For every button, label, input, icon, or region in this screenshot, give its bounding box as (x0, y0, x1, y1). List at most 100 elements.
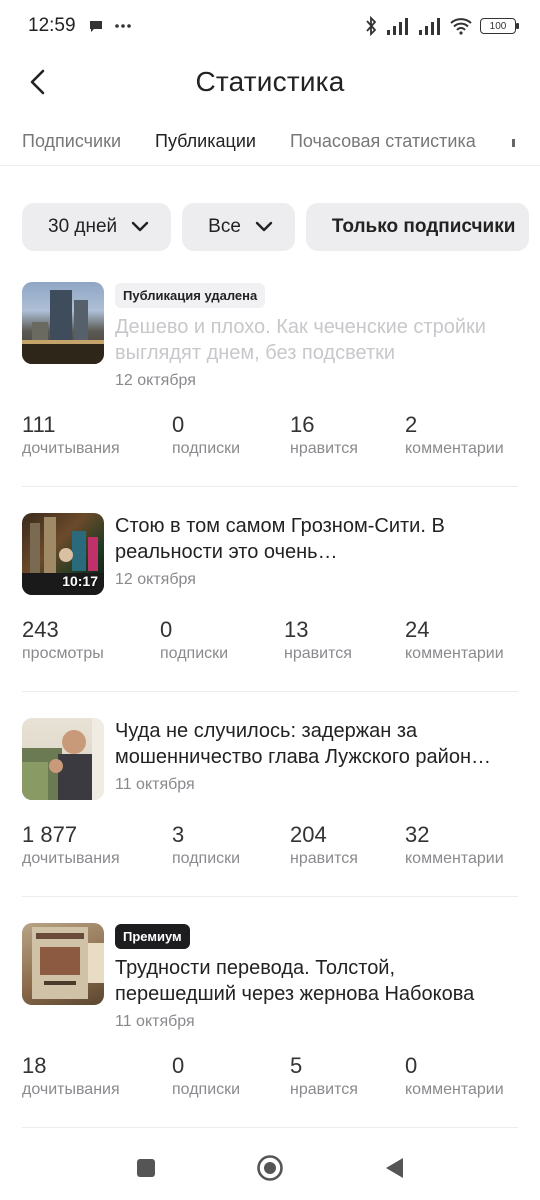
bluetooth-icon (366, 16, 377, 36)
stat-label: комментарии (405, 1081, 504, 1098)
publication-title: Стою в том самом Грозном-Сити. В реально… (115, 515, 445, 563)
back-nav-button[interactable] (374, 1148, 414, 1188)
stat-value: 2 (405, 412, 418, 437)
subscribers-only-filter[interactable]: Только подписчики (305, 203, 530, 251)
stat-subscriptions: 0 подписки (172, 412, 290, 458)
stat-likes: 204 нравится (290, 822, 405, 868)
publication-header: Публикация удалена Дешево и плохо. Как ч… (22, 282, 518, 390)
stat-subscriptions: 3 подписки (172, 822, 290, 868)
publication-thumbnail[interactable]: 10:17 (22, 513, 104, 595)
publication-header: Чуда не случилось: задержан за мошенниче… (22, 718, 518, 800)
building-image (22, 290, 104, 364)
recents-button[interactable] (126, 1148, 166, 1188)
publication-item[interactable]: Премиум Трудности перевода. Толстой, пер… (22, 923, 518, 1128)
stat-label: подписки (172, 1081, 241, 1098)
signal-icon-2 (419, 18, 440, 35)
publication-stats: 111 дочитывания 0 подписки 16 нравится 2 ком… (22, 412, 518, 486)
stat-label: нравится (284, 645, 352, 662)
status-system-icons: 100 (364, 16, 519, 36)
stat-comments: 32 комментарии (405, 822, 504, 868)
type-filter-label: Все (208, 216, 241, 237)
stat-value: 204 (290, 822, 327, 847)
publication-title: Дешево и плохо. Как чеченские стройки вы… (115, 316, 486, 364)
publication-date: 12 октября (115, 372, 196, 389)
subscribers-only-label: Только подписчики (331, 216, 516, 237)
chevron-left-icon (30, 69, 45, 95)
stat-reads: 111 дочитывания (22, 412, 172, 458)
stat-label: подписки (160, 645, 229, 662)
deleted-badge: Публикация удалена (115, 283, 266, 308)
stat-label: комментарии (405, 440, 504, 457)
stat-value: 32 (405, 822, 430, 847)
publication-info: Публикация удалена Дешево и плохо. Как ч… (115, 282, 518, 390)
stat-subscriptions: 0 подписки (160, 617, 284, 663)
publication-header: 10:17 Стою в том самом Грозном-Сити. В р… (22, 513, 518, 595)
stat-value: 1 877 (22, 822, 78, 847)
stat-label: дочитывания (22, 440, 120, 457)
publication-header: Премиум Трудности перевода. Толстой, пер… (22, 923, 518, 1031)
publication-info: Чуда не случилось: задержан за мошенниче… (115, 718, 518, 800)
stat-label: нравится (290, 440, 358, 457)
stat-label: нравится (290, 850, 358, 867)
publication-item[interactable]: Публикация удалена Дешево и плохо. Как ч… (22, 282, 518, 487)
battery-level: 100 (489, 20, 507, 32)
header: Статистика (0, 52, 540, 112)
stat-label: комментарии (405, 645, 504, 662)
stat-value: 243 (22, 617, 59, 642)
stat-likes: 5 нравится (290, 1053, 405, 1099)
publication-info: Премиум Трудности перевода. Толстой, пер… (115, 923, 518, 1031)
signal-icon (387, 18, 408, 35)
status-notification-icons (88, 18, 132, 34)
publication-title: Чуда не случилось: задержан за мошенниче… (115, 720, 491, 768)
tab-subscribers[interactable]: Подписчики (22, 131, 121, 152)
stat-value: 0 (405, 1053, 418, 1078)
stat-subscriptions: 0 подписки (172, 1053, 290, 1099)
book-cover-image (32, 927, 104, 999)
stat-label: дочитывания (22, 1081, 120, 1098)
publication-title: Трудности перевода. Толстой, перешедший … (115, 957, 475, 1005)
square-icon (137, 1159, 155, 1177)
stat-value: 16 (290, 412, 315, 437)
chevron-down-icon (131, 221, 149, 233)
stat-value: 0 (172, 412, 185, 437)
publication-thumbnail[interactable] (22, 282, 104, 364)
publication-item[interactable]: 10:17 Стою в том самом Грозном-Сити. В р… (22, 513, 518, 692)
period-filter[interactable]: 30 дней (22, 203, 172, 251)
tab-more-partial[interactable] (510, 131, 516, 152)
publication-date: 11 октября (115, 1013, 195, 1030)
circle-icon (257, 1155, 283, 1181)
tab-bar: Подписчики Публикации Почасовая статисти… (0, 118, 540, 166)
period-filter-label: 30 дней (48, 216, 118, 237)
publication-thumbnail[interactable] (22, 923, 104, 1005)
publication-date: 12 октября (115, 571, 196, 588)
stat-likes: 16 нравится (290, 412, 405, 458)
status-bar: 12:59 100 (0, 0, 540, 52)
stat-label: подписки (172, 440, 241, 457)
stat-comments: 0 комментарии (405, 1053, 504, 1099)
publication-info: Стою в том самом Грозном-Сити. В реально… (115, 513, 518, 595)
stat-value: 0 (160, 617, 173, 642)
stat-value: 5 (290, 1053, 303, 1078)
stat-value: 0 (172, 1053, 185, 1078)
chevron-down-icon (255, 221, 273, 233)
type-filter[interactable]: Все (182, 203, 295, 251)
tab-publications[interactable]: Публикации (155, 131, 256, 152)
stat-comments: 24 комментарии (405, 617, 504, 663)
publication-stats: 243 просмотры 0 подписки 13 нравится 24 комм… (22, 617, 518, 691)
page-title: Статистика (195, 66, 345, 97)
partial-tab-icon (511, 139, 515, 147)
publication-item[interactable]: Чуда не случилось: задержан за мошенниче… (22, 718, 518, 897)
wifi-icon (450, 18, 472, 35)
publication-thumbnail[interactable] (22, 718, 104, 800)
home-button[interactable] (250, 1148, 290, 1188)
publications-list: Публикация удалена Дешево и плохо. Как ч… (0, 282, 540, 1128)
battery-icon: 100 (480, 18, 519, 34)
stat-value: 13 (284, 617, 309, 642)
tab-hourly-stats[interactable]: Почасовая статистика (290, 131, 476, 152)
back-button[interactable] (20, 64, 56, 100)
stat-reads: 18 дочитывания (22, 1053, 172, 1099)
stat-label: нравится (290, 1081, 358, 1098)
video-duration: 10:17 (62, 573, 98, 589)
system-nav-bar (0, 1136, 540, 1200)
stat-label: дочитывания (22, 850, 120, 867)
